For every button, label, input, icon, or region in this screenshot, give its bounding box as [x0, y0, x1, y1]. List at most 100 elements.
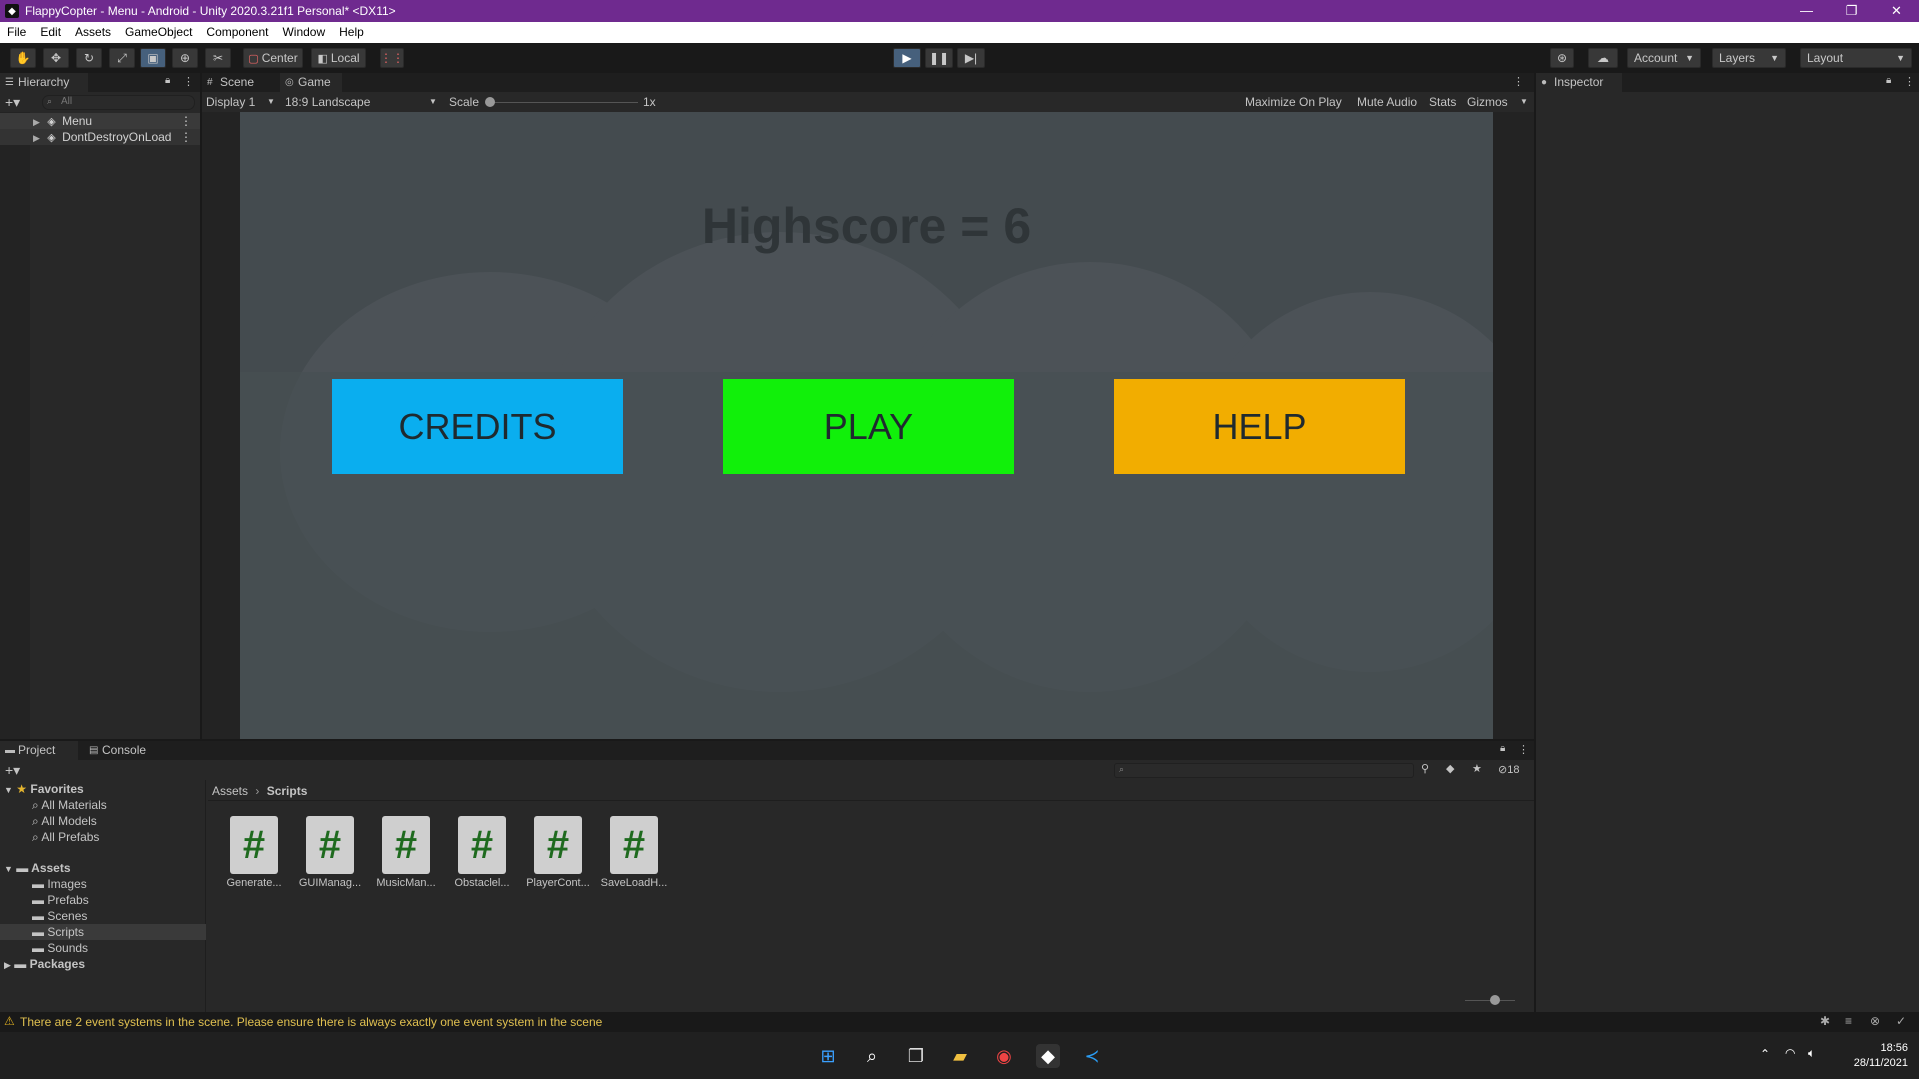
- menu-assets[interactable]: Assets: [68, 22, 118, 43]
- step-button[interactable]: ▶|: [957, 48, 985, 68]
- label-icon[interactable]: ◆: [1446, 762, 1454, 775]
- tab-console[interactable]: ▤ Console: [84, 741, 164, 760]
- maximize-button[interactable]: ❐: [1829, 0, 1874, 22]
- folder-item[interactable]: ▬ Prefabs: [32, 892, 89, 908]
- menu-gameobject[interactable]: GameObject: [118, 22, 199, 43]
- collab-icon[interactable]: ⊛: [1550, 48, 1574, 68]
- task-view-icon[interactable]: ❐: [904, 1044, 928, 1068]
- tab-inspector[interactable]: ● Inspector: [1536, 73, 1622, 92]
- folder-item-selected[interactable]: ▬ Scripts: [0, 924, 206, 940]
- kebab-menu-icon[interactable]: ⋮: [1518, 743, 1529, 756]
- csharp-script-icon[interactable]: #: [534, 816, 582, 874]
- wifi-icon[interactable]: ◠: [1785, 1046, 1795, 1060]
- csharp-script-icon[interactable]: #: [610, 816, 658, 874]
- csharp-script-icon[interactable]: #: [230, 816, 278, 874]
- tab-project[interactable]: ▬ Project: [0, 741, 78, 760]
- credits-button[interactable]: CREDITS: [332, 379, 623, 474]
- kebab-menu-icon[interactable]: ⋮: [1513, 75, 1524, 88]
- maximize-on-play-toggle[interactable]: Maximize On Play: [1245, 95, 1342, 109]
- layout-dropdown[interactable]: Layout ▼: [1800, 48, 1912, 68]
- windows-start-icon[interactable]: ⊞: [816, 1044, 840, 1068]
- stats-toggle[interactable]: Stats: [1429, 95, 1456, 109]
- gizmos-toggle[interactable]: Gizmos: [1467, 95, 1508, 109]
- csharp-script-icon[interactable]: #: [306, 816, 354, 874]
- packages-folder[interactable]: ▶ ▬ Packages: [4, 956, 85, 972]
- favorite-item[interactable]: ⌕ All Materials: [32, 797, 107, 813]
- add-icon[interactable]: +▾: [5, 94, 20, 111]
- lock-icon[interactable]: 🔒︎: [165, 75, 170, 86]
- hierarchy-item-dontdestroyonload[interactable]: ▶ ◈ DontDestroyOnLoad ⋮: [0, 129, 200, 145]
- chrome-icon[interactable]: ◉: [992, 1044, 1016, 1068]
- lock-icon[interactable]: 🔒︎: [1886, 75, 1891, 86]
- assets-folder[interactable]: ▼ ▬ Assets: [4, 860, 71, 876]
- minimize-button[interactable]: —: [1784, 0, 1829, 22]
- project-search-input[interactable]: ⌕: [1114, 763, 1414, 778]
- menu-edit[interactable]: Edit: [33, 22, 68, 43]
- layers-dropdown[interactable]: Layers ▼: [1712, 48, 1786, 68]
- game-viewport[interactable]: Highscore = 6 CREDITS PLAY HELP: [240, 112, 1493, 739]
- menu-help[interactable]: Help: [332, 22, 371, 43]
- kebab-menu-icon[interactable]: ⋮: [1904, 75, 1915, 88]
- scale-tool-icon[interactable]: ⤢: [109, 48, 135, 68]
- breadcrumb-scripts[interactable]: Scripts: [267, 784, 308, 798]
- display-dropdown[interactable]: Display 1: [206, 95, 255, 109]
- csharp-script-icon[interactable]: #: [382, 816, 430, 874]
- filter-type-icon[interactable]: ⚲: [1421, 762, 1429, 775]
- play-game-button[interactable]: PLAY: [723, 379, 1014, 474]
- check-icon[interactable]: ✓: [1896, 1014, 1906, 1028]
- hand-tool-icon[interactable]: ✋: [10, 48, 36, 68]
- icon-size-slider-handle[interactable]: [1490, 995, 1500, 1005]
- csharp-script-icon[interactable]: #: [458, 816, 506, 874]
- account-dropdown[interactable]: Account ▼: [1627, 48, 1701, 68]
- pivot-local-button[interactable]: ◧ Local: [311, 48, 366, 68]
- menu-component[interactable]: Component: [199, 22, 275, 43]
- grid-snap-icon[interactable]: ⋮⋮: [380, 48, 404, 68]
- volume-icon[interactable]: 🔈︎: [1808, 1046, 1815, 1061]
- transform-tool-icon[interactable]: ⊕: [172, 48, 198, 68]
- menu-window[interactable]: Window: [275, 22, 332, 43]
- folder-item[interactable]: ▬ Sounds: [32, 940, 88, 956]
- mute-audio-toggle[interactable]: Mute Audio: [1357, 95, 1417, 109]
- favorite-item[interactable]: ⌕ All Prefabs: [32, 829, 99, 845]
- unity-taskbar-icon[interactable]: ◆: [1036, 1044, 1060, 1068]
- cloud-icon[interactable]: ☁: [1588, 48, 1618, 68]
- aspect-dropdown[interactable]: 18:9 Landscape: [285, 95, 370, 109]
- move-tool-icon[interactable]: ✥: [43, 48, 69, 68]
- star-icon[interactable]: ★: [1472, 762, 1482, 775]
- tab-hierarchy[interactable]: ☰ Hierarchy: [0, 73, 88, 92]
- expand-arrow-icon[interactable]: ▶: [33, 133, 40, 143]
- status-message[interactable]: There are 2 event systems in the scene. …: [20, 1015, 602, 1029]
- clock[interactable]: 18:56 28/11/2021: [1838, 1041, 1908, 1071]
- file-explorer-icon[interactable]: ▰: [948, 1044, 972, 1068]
- add-icon[interactable]: +▾: [5, 762, 20, 779]
- kebab-menu-icon[interactable]: ⋮: [183, 75, 194, 88]
- play-button[interactable]: ▶: [893, 48, 921, 68]
- custom-tool-icon[interactable]: ✂: [205, 48, 231, 68]
- kebab-menu-icon[interactable]: ⋮: [180, 113, 192, 129]
- breadcrumb-assets[interactable]: Assets: [212, 784, 248, 798]
- hierarchy-item-menu[interactable]: ▶ ◈ Menu ⋮: [0, 113, 200, 129]
- close-button[interactable]: ✕: [1874, 0, 1919, 22]
- bug-icon[interactable]: ✱: [1820, 1014, 1830, 1028]
- lock-icon[interactable]: 🔒︎: [1500, 743, 1505, 754]
- network-icon[interactable]: ⊗: [1870, 1014, 1880, 1028]
- kebab-menu-icon[interactable]: ⋮: [180, 129, 192, 145]
- folder-item[interactable]: ▬ Scenes: [32, 908, 87, 924]
- rotate-tool-icon[interactable]: ↻: [76, 48, 102, 68]
- favorite-item[interactable]: ⌕ All Models: [32, 813, 97, 829]
- folder-item[interactable]: ▬ Images: [32, 876, 87, 892]
- scale-slider-track[interactable]: [488, 102, 638, 103]
- menu-file[interactable]: File: [0, 22, 33, 43]
- expand-arrow-icon[interactable]: ▶: [33, 117, 40, 127]
- stack-icon[interactable]: ≡: [1845, 1014, 1852, 1028]
- tab-game[interactable]: ◎ Game: [280, 73, 342, 92]
- chevron-up-icon[interactable]: ⌃: [1760, 1047, 1770, 1061]
- favorites-folder[interactable]: ▼ ★ Favorites: [4, 781, 84, 797]
- vscode-icon[interactable]: ≺: [1080, 1044, 1104, 1068]
- tab-scene[interactable]: # Scene: [202, 73, 268, 92]
- scale-slider-handle[interactable]: [485, 97, 495, 107]
- rect-tool-icon[interactable]: ▣: [140, 48, 166, 68]
- hidden-packages-icon[interactable]: ⊘18: [1498, 763, 1519, 776]
- help-button[interactable]: HELP: [1114, 379, 1405, 474]
- pivot-center-button[interactable]: ▢ Center: [243, 48, 303, 68]
